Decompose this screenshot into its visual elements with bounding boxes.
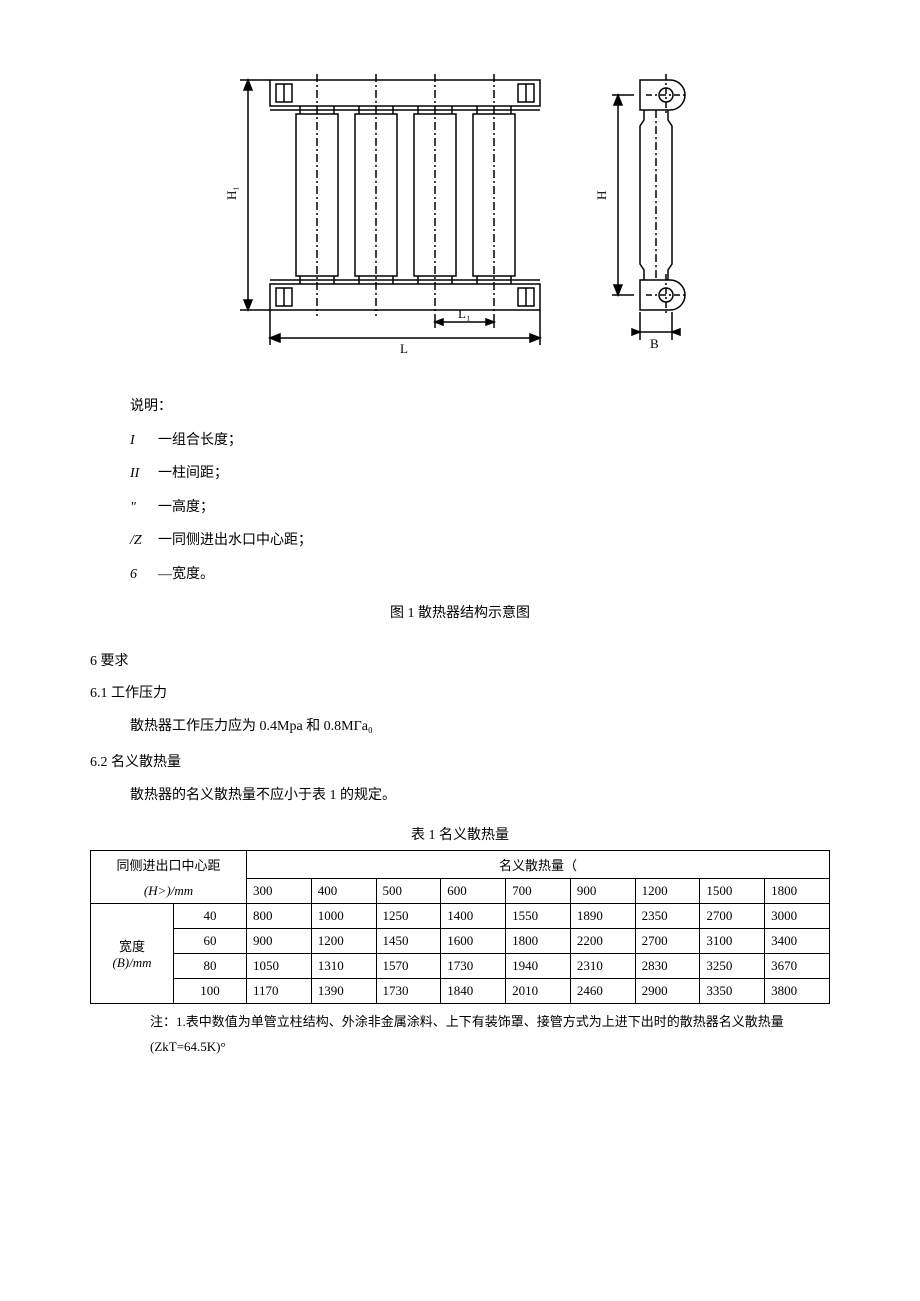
cell: 2700 [700, 903, 765, 928]
section-6-2-body: 散热器的名义散热量不应小于表 1 的规定。 [130, 783, 830, 808]
dim-label-h1: H₁ [224, 186, 239, 200]
table-row: (H>)/mm 300 400 500 600 700 900 1200 150… [91, 878, 830, 903]
cell: 3250 [700, 953, 765, 978]
cell: 3800 [765, 978, 830, 1003]
legend-item: 6—宽度。 [130, 558, 830, 592]
row-header-width: 宽度 (B)/mm [91, 903, 174, 1003]
col-header: 700 [506, 878, 571, 903]
cell: 3670 [765, 953, 830, 978]
figure-caption: 图 1 散热器结构示意图 [90, 602, 830, 622]
dim-label-b: B [650, 336, 659, 351]
legend-heading: 说明： [130, 390, 830, 424]
legend-item: I一组合长度； [130, 424, 830, 458]
cell-width: 100 [174, 978, 247, 1003]
section-6-heading: 6 要求 [90, 650, 830, 670]
cell: 2900 [635, 978, 700, 1003]
cell: 1600 [441, 928, 506, 953]
cell-width: 80 [174, 953, 247, 978]
col-header: 1500 [700, 878, 765, 903]
dim-label-h: H [594, 191, 609, 200]
table-row: 宽度 (B)/mm 40 800 1000 1250 1400 1550 189… [91, 903, 830, 928]
cell: 2200 [570, 928, 635, 953]
figure-1: H₁ L L₁ H B [90, 60, 830, 360]
col-header: 300 [247, 878, 312, 903]
col-header: 500 [376, 878, 441, 903]
cell: 1390 [311, 978, 376, 1003]
dim-label-l: L [400, 341, 408, 356]
header-heat-output: 名义散热量（ [247, 850, 830, 878]
radiator-diagram-svg: H₁ L L₁ H B [200, 60, 720, 360]
cell: 1050 [247, 953, 312, 978]
legend-item: II一柱间距； [130, 457, 830, 491]
table-row: 同侧进出口中心距 名义散热量（ [91, 850, 830, 878]
col-header: 1800 [765, 878, 830, 903]
cell: 1840 [441, 978, 506, 1003]
cell: 1310 [311, 953, 376, 978]
table-note: 注：1.表中数值为单管立柱结构、外涂非金属涂料、上下有装饰罩、接管方式为上进下出… [150, 1010, 830, 1059]
cell: 1570 [376, 953, 441, 978]
legend-item: "一高度； [130, 491, 830, 525]
cell: 1550 [506, 903, 571, 928]
cell: 1170 [247, 978, 312, 1003]
cell: 1000 [311, 903, 376, 928]
section-6-2-heading: 6.2 名义散热量 [90, 751, 830, 771]
cell: 3400 [765, 928, 830, 953]
header-center-dist: 同侧进出口中心距 [91, 850, 247, 878]
cell: 2010 [506, 978, 571, 1003]
section-6-1-heading: 6.1 工作压力 [90, 682, 830, 702]
cell: 2350 [635, 903, 700, 928]
cell: 1400 [441, 903, 506, 928]
cell: 2310 [570, 953, 635, 978]
note-line-2: (ZkT=64.5K)° [150, 1035, 830, 1060]
dim-label-l1: L₁ [458, 306, 470, 321]
cell: 3350 [700, 978, 765, 1003]
cell-width: 40 [174, 903, 247, 928]
cell: 1940 [506, 953, 571, 978]
table-1: 同侧进出口中心距 名义散热量（ (H>)/mm 300 400 500 600 … [90, 850, 830, 1004]
cell: 1800 [506, 928, 571, 953]
table-row: 60 900 1200 1450 1600 1800 2200 2700 310… [91, 928, 830, 953]
cell: 2700 [635, 928, 700, 953]
cell: 1730 [376, 978, 441, 1003]
note-line-1: 注：1.表中数值为单管立柱结构、外涂非金属涂料、上下有装饰罩、接管方式为上进下出… [150, 1010, 830, 1035]
cell-width: 60 [174, 928, 247, 953]
cell: 1730 [441, 953, 506, 978]
header-center-dist-unit: (H>)/mm [91, 878, 247, 903]
cell: 800 [247, 903, 312, 928]
cell: 1250 [376, 903, 441, 928]
cell: 2830 [635, 953, 700, 978]
col-header: 400 [311, 878, 376, 903]
cell: 3100 [700, 928, 765, 953]
cell: 1200 [311, 928, 376, 953]
cell: 900 [247, 928, 312, 953]
section-6-1-body: 散热器工作压力应为 0.4Mpa 和 0.8MГa₀ [130, 714, 830, 739]
col-header: 900 [570, 878, 635, 903]
table-1-caption: 表 1 名义散热量 [90, 824, 830, 844]
legend-item: /Z一同侧进出水口中心距； [130, 524, 830, 558]
table-row: 80 1050 1310 1570 1730 1940 2310 2830 32… [91, 953, 830, 978]
col-header: 600 [441, 878, 506, 903]
cell: 2460 [570, 978, 635, 1003]
table-row: 100 1170 1390 1730 1840 2010 2460 2900 3… [91, 978, 830, 1003]
cell: 1450 [376, 928, 441, 953]
cell: 3000 [765, 903, 830, 928]
col-header: 1200 [635, 878, 700, 903]
cell: 1890 [570, 903, 635, 928]
figure-legend: 说明： I一组合长度； II一柱间距； "一高度； /Z一同侧进出水口中心距； … [130, 390, 830, 592]
